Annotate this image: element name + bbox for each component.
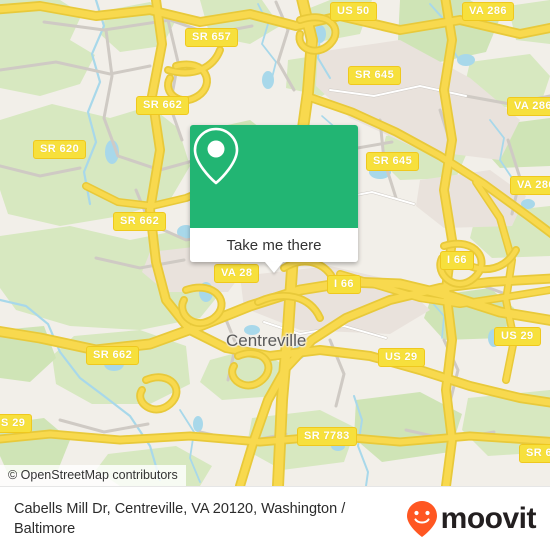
road-shield[interactable]: SR 645	[348, 66, 402, 85]
road-shield[interactable]: S 29	[0, 414, 33, 433]
location-popup-card[interactable]: Take me there	[190, 125, 358, 273]
popup-card-header	[190, 125, 358, 228]
road-shield[interactable]: SR 662	[86, 346, 140, 365]
road-shield[interactable]: SR 620	[33, 140, 87, 159]
road-shield[interactable]: VA 28	[214, 264, 260, 283]
moovit-wordmark: moovit	[440, 501, 537, 535]
moovit-pin-smiley-icon	[406, 500, 437, 537]
road-shield[interactable]: US 29	[378, 348, 425, 367]
road-shield[interactable]: I 66	[327, 275, 361, 294]
road-shield[interactable]: SR 662	[113, 212, 167, 231]
place-label-centreville: Centreville	[226, 331, 307, 350]
road-shield[interactable]: SR 645	[366, 152, 420, 171]
location-address-text: Cabells Mill Dr, Centreville, VA 20120, …	[14, 500, 346, 537]
map-attribution[interactable]: © OpenStreetMap contributors	[0, 465, 186, 486]
popup-card-tail	[265, 262, 283, 273]
map-pin-icon	[193, 127, 239, 185]
road-shield[interactable]: SR 662	[136, 96, 190, 115]
road-shield[interactable]: VA 286	[462, 2, 514, 21]
road-shield[interactable]: SR 6	[519, 444, 550, 463]
road-shield[interactable]: VA 286	[510, 176, 550, 195]
road-shield[interactable]: US 29	[494, 327, 541, 346]
road-shield[interactable]: US 50	[330, 2, 377, 21]
take-me-there-label: Take me there	[226, 236, 322, 254]
road-shield[interactable]: SR 7783	[297, 427, 357, 446]
footer-bar: Cabells Mill Dr, Centreville, VA 20120, …	[0, 486, 550, 550]
moovit-logo[interactable]: moovit	[406, 500, 550, 537]
map-canvas[interactable]: Centreville US 50 VA 286 SR 657 SR 645 V…	[0, 0, 550, 486]
road-shield[interactable]: VA 286	[507, 97, 550, 116]
road-shield[interactable]: I 66	[440, 251, 474, 270]
road-shield[interactable]: SR 657	[185, 28, 239, 47]
take-me-there-button[interactable]: Take me there	[190, 228, 358, 273]
moovit-map-screen: Centreville US 50 VA 286 SR 657 SR 645 V…	[0, 0, 550, 550]
